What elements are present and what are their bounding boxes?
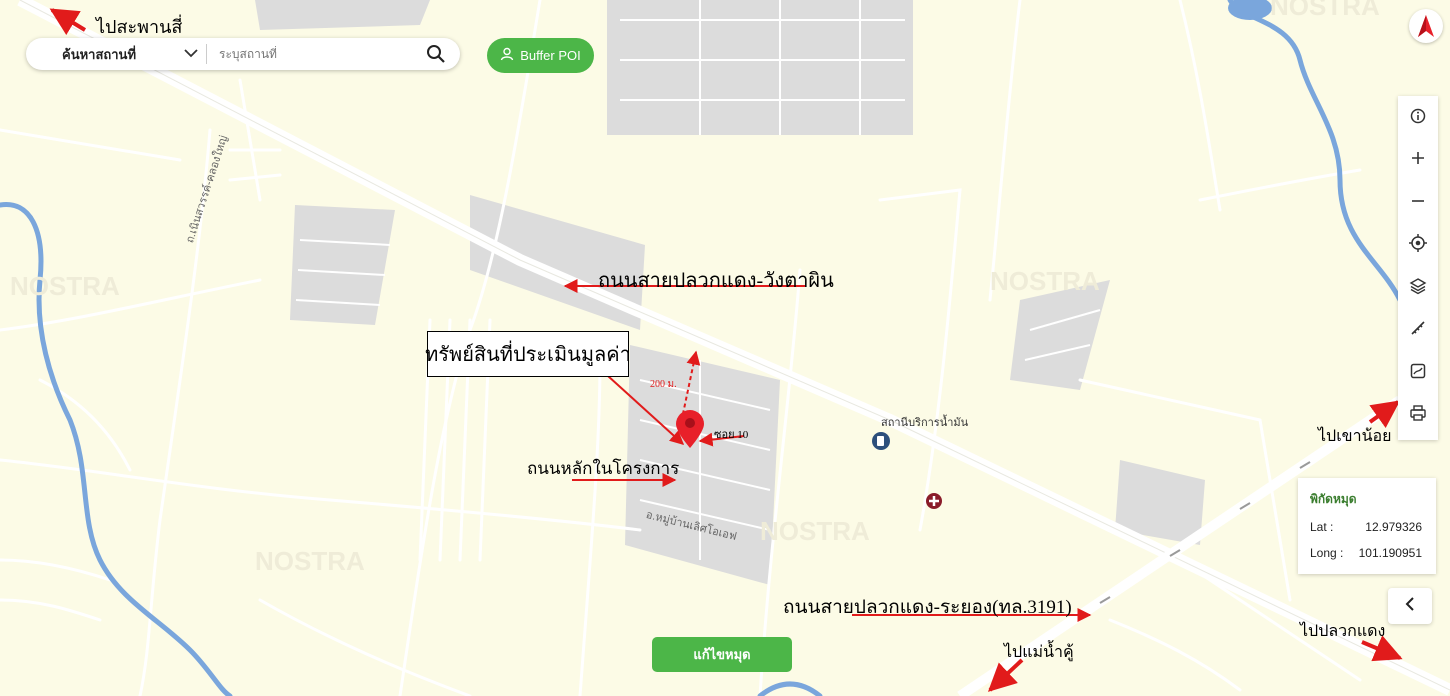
info-icon[interactable]	[1398, 96, 1438, 136]
chevron-left-icon	[1405, 596, 1415, 616]
map-canvas[interactable]: NOSTRA NOSTRA NOSTRA NOSTRA NOSTRA	[0, 0, 1450, 696]
annotation-to-pluak-daeng: ไปปลวกแดง	[1300, 623, 1386, 640]
north-arrow-icon[interactable]	[1409, 9, 1443, 43]
zoom-in-icon[interactable]	[1398, 138, 1438, 178]
buffer-poi-button[interactable]: Buffer POI	[487, 38, 594, 73]
buffer-poi-label: Buffer POI	[520, 48, 581, 63]
lat-value: 12.979326	[1365, 520, 1422, 534]
user-icon	[500, 47, 514, 64]
ruler-icon[interactable]	[1398, 308, 1438, 348]
print-icon[interactable]	[1398, 393, 1438, 433]
collapse-panel-button[interactable]	[1388, 588, 1432, 624]
long-value: 101.190951	[1358, 546, 1422, 560]
gas-station-icon[interactable]	[872, 432, 890, 450]
layers-icon[interactable]	[1398, 266, 1438, 306]
pin-coordinates-panel: พิกัดหมุด Lat : 12.979326 Long : 101.190…	[1298, 478, 1436, 574]
draw-icon[interactable]	[1398, 351, 1438, 391]
long-label: Long :	[1310, 546, 1344, 560]
search-icon[interactable]	[426, 44, 446, 64]
coordinates-title: พิกัดหมุด	[1310, 492, 1357, 506]
search-bar: ค้นหาสถานที่	[26, 38, 460, 70]
annotation-soi: ซอย 10	[714, 429, 749, 441]
watermark-text: NOSTRA	[1270, 0, 1380, 21]
zoom-out-icon[interactable]	[1398, 181, 1438, 221]
annotation-to-saphan-si: ไปสะพานสี่	[96, 17, 183, 37]
hospital-icon[interactable]	[926, 493, 942, 509]
edit-pin-button[interactable]: แก้ไขหมุด	[652, 637, 792, 672]
annotation-property-box: ทรัพย์สินที่ประเมินมูลค่า	[425, 331, 631, 377]
annotation-road-rayong: ถนนสายปลวกแดง-ระยอง(ทล.3191)	[783, 597, 1072, 618]
gas-station-label: สถานีบริการน้ำมัน	[881, 417, 969, 429]
annotation-road-north: ถนนสายปลวกแดง-วังตาผิน	[598, 270, 834, 292]
chevron-down-icon[interactable]	[176, 47, 206, 61]
map-toolbar	[1398, 96, 1438, 440]
search-input[interactable]	[217, 46, 411, 62]
annotation-distance: 200 ม.	[650, 379, 677, 390]
watermark-text: NOSTRA	[760, 516, 870, 546]
watermark-text: NOSTRA	[990, 266, 1100, 296]
watermark-text: NOSTRA	[10, 271, 120, 301]
annotation-to-mae-nam-khu: ไปแม่น้ำคู้	[1004, 644, 1074, 661]
search-type-select[interactable]: ค้นหาสถานที่	[26, 44, 176, 65]
annotation-to-khao-noi: ไปเขาน้อย	[1318, 428, 1392, 445]
lat-label: Lat :	[1310, 520, 1334, 534]
watermark-text: NOSTRA	[255, 546, 365, 576]
locate-icon[interactable]	[1398, 223, 1438, 263]
search-divider	[206, 44, 207, 64]
annotation-project-road: ถนนหลักในโครงการ	[527, 459, 680, 478]
